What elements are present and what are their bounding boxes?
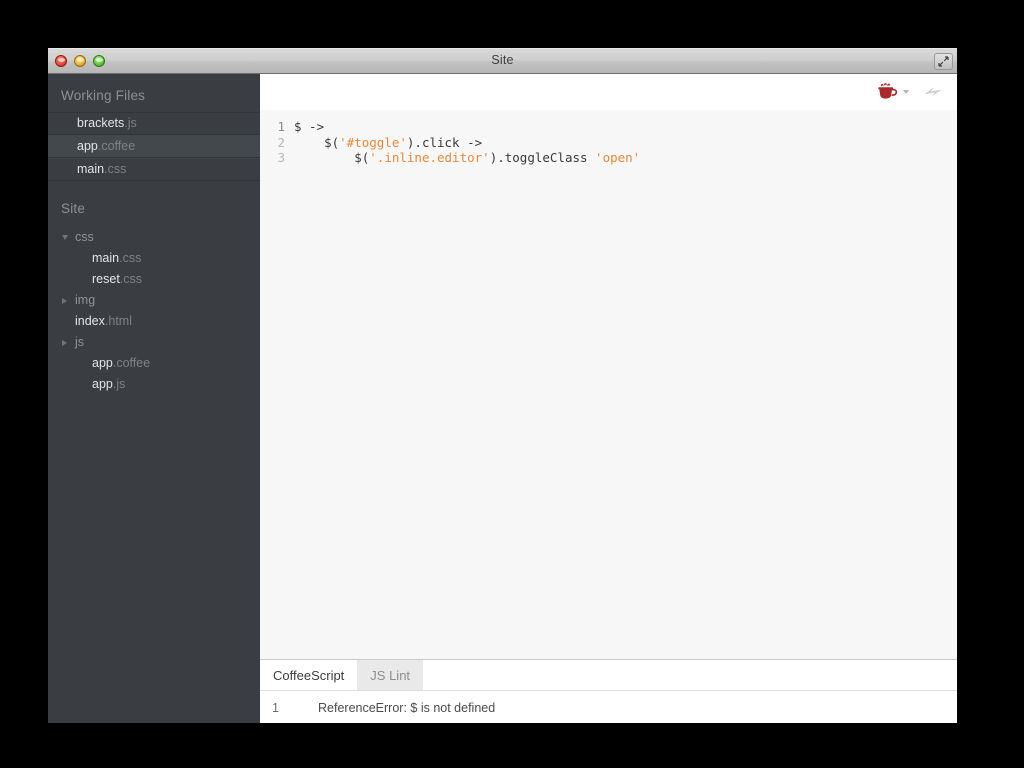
file-basename: app [92, 377, 113, 391]
code-line: 3 $('.inline.editor').toggleClass 'open' [260, 150, 957, 166]
file-basename: reset [92, 272, 120, 286]
working-file-item[interactable]: brackets.js [48, 113, 260, 135]
file-basename: app [77, 139, 98, 153]
tree-file-row[interactable]: index.html [48, 311, 260, 332]
file-extension: .js [124, 116, 137, 130]
expand-arrows-icon [938, 56, 949, 67]
code-token-string: '.inline.editor' [369, 150, 490, 165]
line-number: 1 [277, 119, 285, 134]
panel-result-row[interactable]: 1 ReferenceError: $ is not defined [260, 691, 957, 720]
file-extension: .css [104, 162, 127, 176]
result-line-number: 1 [272, 701, 279, 715]
code-text: $('#toggle').click -> [294, 135, 482, 151]
fullscreen-button[interactable] [934, 53, 953, 70]
code-line: 1 $ -> [260, 119, 957, 135]
line-number: 2 [277, 134, 285, 150]
tree-file-row[interactable]: reset.css [48, 269, 260, 290]
project-file-tree: css main.css reset.css img index.html js app.c… [48, 225, 260, 395]
brackets-window: Site Working Files brackets.js app.coffee… [48, 48, 957, 723]
file-basename: img [75, 293, 96, 307]
coffee-cup-icon [878, 83, 898, 99]
panel-tab-bar: CoffeeScript JS Lint [260, 660, 957, 691]
file-basename: app [92, 356, 113, 370]
code-text: $ -> [294, 119, 324, 135]
line-number: 3 [277, 150, 285, 165]
code-token: ).toggleClass [489, 150, 596, 165]
file-basename: js [75, 335, 85, 349]
project-header: Site [61, 201, 86, 216]
code-text: $('.inline.editor').toggleClass 'open' [294, 150, 640, 166]
file-basename: main [77, 162, 105, 176]
tree-file-row[interactable]: app.js [48, 374, 260, 395]
file-extension: .coffee [112, 356, 151, 370]
tree-file-row[interactable]: main.css [48, 248, 260, 269]
code-token: $ -> [294, 119, 325, 134]
code-token-string: 'open' [595, 150, 641, 165]
file-basename: main [92, 251, 120, 265]
file-extension: .js [112, 377, 126, 391]
file-extension: .css [119, 251, 142, 265]
code-token: $( [294, 134, 340, 150]
result-message: ReferenceError: $ is not defined [318, 701, 496, 715]
working-file-item[interactable]: main.css [48, 158, 260, 181]
chevron-down-icon[interactable] [62, 235, 68, 240]
code-editor[interactable]: 1 $ -> 2 $('#toggle').click -> 3 $('.inline… [260, 110, 957, 659]
code-token: ).click -> [406, 134, 483, 150]
bottom-panel: CoffeeScript JS Lint 1 ReferenceError: $ i… [260, 659, 957, 723]
code-token-string: '#toggle' [339, 134, 407, 150]
tree-folder-row[interactable]: img [48, 290, 260, 311]
live-preview-button[interactable] [922, 83, 944, 101]
sidebar: Working Files brackets.js app.coffee main.… [48, 74, 260, 723]
file-extension: .css [119, 272, 143, 286]
chevron-right-icon[interactable] [62, 340, 67, 346]
panel-tab[interactable]: CoffeeScript [260, 660, 358, 690]
file-basename: brackets [77, 116, 125, 130]
working-files-list: brackets.js app.coffee main.css [48, 112, 260, 181]
working-files-header: Working Files [61, 88, 146, 103]
title-bar: Site [48, 48, 957, 74]
chevron-right-icon[interactable] [62, 298, 67, 304]
tree-folder-row[interactable]: js [48, 332, 260, 353]
editor-toolbar [260, 74, 957, 110]
coffeescript-menu-button[interactable] [877, 83, 909, 101]
code-token: $( [294, 150, 370, 165]
lightning-bolt-icon [924, 87, 942, 97]
window-body: Working Files brackets.js app.coffee main.… [48, 74, 957, 723]
panel-results-list: 1 ReferenceError: $ is not defined [260, 691, 957, 723]
file-basename: css [75, 230, 94, 244]
file-extension: .coffee [97, 139, 136, 153]
chevron-down-icon [903, 90, 909, 94]
tree-file-row[interactable]: app.coffee [48, 353, 260, 374]
code-line: 2 $('#toggle').click -> [260, 135, 957, 151]
file-basename: index [75, 314, 105, 328]
main-area: 1 $ -> 2 $('#toggle').click -> 3 $('.inline… [260, 74, 957, 723]
window-title: Site [491, 53, 514, 67]
panel-tab[interactable]: JS Lint [357, 660, 424, 690]
working-file-item[interactable]: app.coffee [48, 135, 260, 158]
file-extension: .html [104, 314, 132, 328]
tree-folder-row[interactable]: css [48, 227, 260, 248]
